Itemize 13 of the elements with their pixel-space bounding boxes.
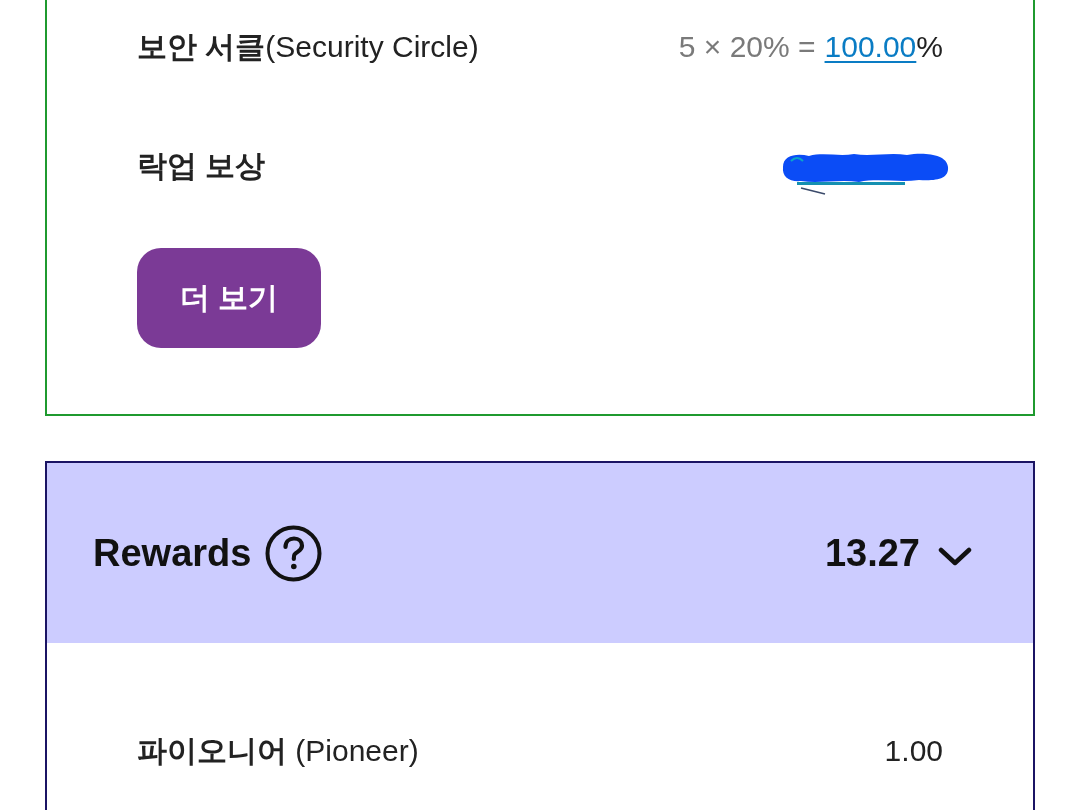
rewards-total: 13.27: [824, 531, 920, 575]
more-button[interactable]: 더 보기: [137, 248, 321, 348]
chevron-down-icon[interactable]: [938, 547, 972, 567]
value-link[interactable]: 100.00: [824, 30, 917, 64]
rewards-title: Rewards: [93, 531, 252, 575]
formula-text: 5 × 20% =: [678, 30, 816, 64]
reward-label: 파이오니어 (Pioneer): [137, 732, 419, 769]
reward-value: 1.00: [884, 734, 943, 768]
row-label: 보안 서클(Security Circle): [137, 28, 479, 65]
rewards-header[interactable]: Rewards 13.27: [47, 463, 1033, 643]
percent-text: %: [916, 30, 943, 64]
row-label: 락업 보상: [137, 147, 266, 184]
help-icon[interactable]: [265, 524, 323, 582]
